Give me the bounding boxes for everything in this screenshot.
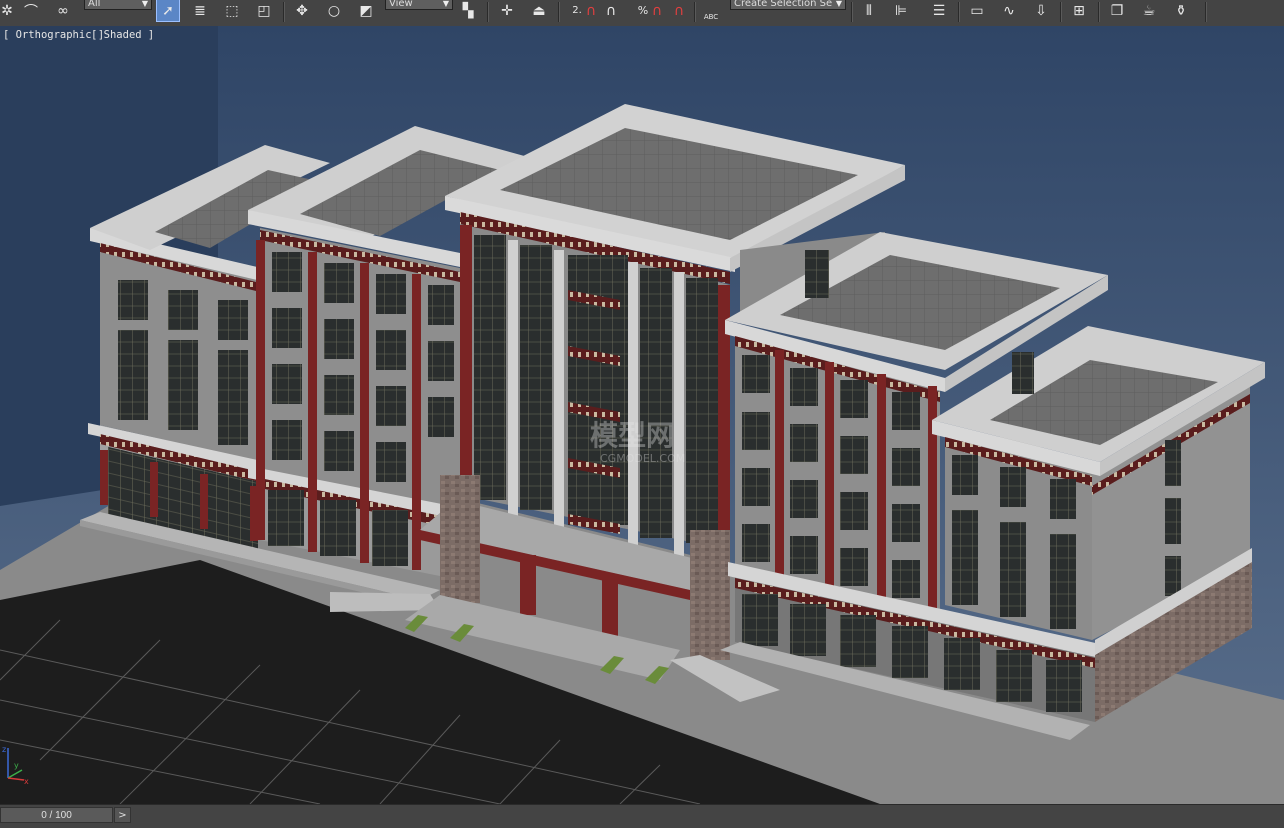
window-crossing-icon[interactable]: ◰ <box>253 0 275 21</box>
viewport-pov-label[interactable]: [ Orthographic ] <box>3 29 104 41</box>
unlink-icon[interactable]: ⌒ <box>20 0 42 21</box>
abc-label: ABC <box>703 13 719 21</box>
axis-x-label: x <box>24 777 29 786</box>
curve-editor-icon[interactable]: ▭ <box>966 0 988 21</box>
spinner-snap-icon[interactable]: ∩ <box>668 0 690 21</box>
render-teapot-icon[interactable]: ☕ <box>1138 0 1160 21</box>
viewport-pov-text: Orthographic <box>15 29 92 41</box>
named-selection-value: Create Selection Se <box>734 0 833 9</box>
viewport-shading-text: Shaded <box>103 29 142 41</box>
scale-icon[interactable]: ◩ <box>355 0 377 21</box>
select-manipulate-icon[interactable]: ✛ <box>496 0 518 21</box>
watermark-brand: 模型网 <box>590 419 674 452</box>
angle-snap-icon[interactable]: ∩ <box>600 0 622 21</box>
toolbar-separator <box>283 2 285 22</box>
render-setup-icon[interactable]: ⊞ <box>1068 0 1090 21</box>
selection-filter-dropdown[interactable]: All ▼ <box>84 0 152 10</box>
rendered-frame-icon[interactable]: ❐ <box>1106 0 1128 21</box>
schematic-view-icon[interactable]: ∿ <box>998 0 1020 21</box>
toolbar-separator <box>958 2 960 22</box>
toolbar-separator <box>694 2 696 22</box>
reference-coord-dropdown[interactable]: View ▼ <box>385 0 453 10</box>
watermark-url: CGMODEL.COM <box>600 452 685 465</box>
axis-z-label: z <box>2 745 6 754</box>
material-editor-icon[interactable]: ⇩ <box>1030 0 1052 21</box>
align-icon[interactable]: ⊫ <box>890 0 912 21</box>
layer-manager-icon[interactable]: ☰ <box>928 0 950 21</box>
select-object-icon[interactable]: ➚ <box>156 0 180 22</box>
axis-y-label: y <box>14 761 19 770</box>
select-link-icon[interactable]: ✲ <box>0 0 14 21</box>
viewport-shading-label[interactable]: [ Shaded ] <box>91 29 154 41</box>
move-icon[interactable]: ✥ <box>291 0 313 21</box>
toolbar-separator <box>851 2 853 22</box>
toolbar-separator <box>558 2 560 22</box>
spinner-snap-icon[interactable]: ∩ <box>646 0 668 21</box>
toolbar-separator <box>1205 2 1207 22</box>
toolbar-separator <box>1098 2 1100 22</box>
mirror-icon[interactable]: ⫴ <box>858 0 880 21</box>
chevron-right-icon: > <box>118 809 127 821</box>
render-teapot-icon[interactable]: ⚱ <box>1170 0 1192 21</box>
toolbar-separator <box>1060 2 1062 22</box>
angle-snap-icon[interactable]: ∩ <box>580 0 602 21</box>
chevron-down-icon: ▼ <box>442 0 449 8</box>
chevron-down-icon: ▼ <box>141 0 148 8</box>
select-by-name-icon[interactable]: ≣ <box>189 0 211 21</box>
time-slider[interactable]: 0 / 100 <box>0 807 113 823</box>
next-frame-button[interactable]: > <box>114 807 131 823</box>
bind-spacewarp-icon[interactable]: ∞ <box>52 0 74 21</box>
selection-filter-value: All <box>88 0 101 9</box>
watermark: 模型网 CGMODEL.COM <box>590 419 685 465</box>
edit-named-selection-icon[interactable]: ABC <box>700 0 722 21</box>
viewport-scene: x y z 模型网 CGMODEL.COM <box>0 26 1284 804</box>
perspective-viewport[interactable]: x y z 模型网 CGMODEL.COM [ Orthographic ] [… <box>0 26 1284 804</box>
frame-counter: 0 / 100 <box>41 809 72 821</box>
reference-coord-value: View <box>389 0 413 9</box>
rotate-icon[interactable]: ○ <box>323 0 345 21</box>
rect-region-icon[interactable]: ⬚ <box>221 0 243 21</box>
main-toolbar: ✲ ⌒ ∞ All ▼ ➚ ≣ ⬚ ◰ ✥ ○ ◩ View ▼ ▚ ✛ ⏏ 2. … <box>0 0 1284 27</box>
use-pivot-icon[interactable]: ▚ <box>457 0 479 21</box>
toolbar-separator <box>487 2 489 22</box>
keyboard-shortcut-icon[interactable]: ⏏ <box>528 0 550 21</box>
named-selection-dropdown[interactable]: Create Selection Se ▼ <box>730 0 846 10</box>
time-slider-bar: 0 / 100 > <box>0 804 1284 828</box>
chevron-down-icon: ▼ <box>835 0 842 8</box>
